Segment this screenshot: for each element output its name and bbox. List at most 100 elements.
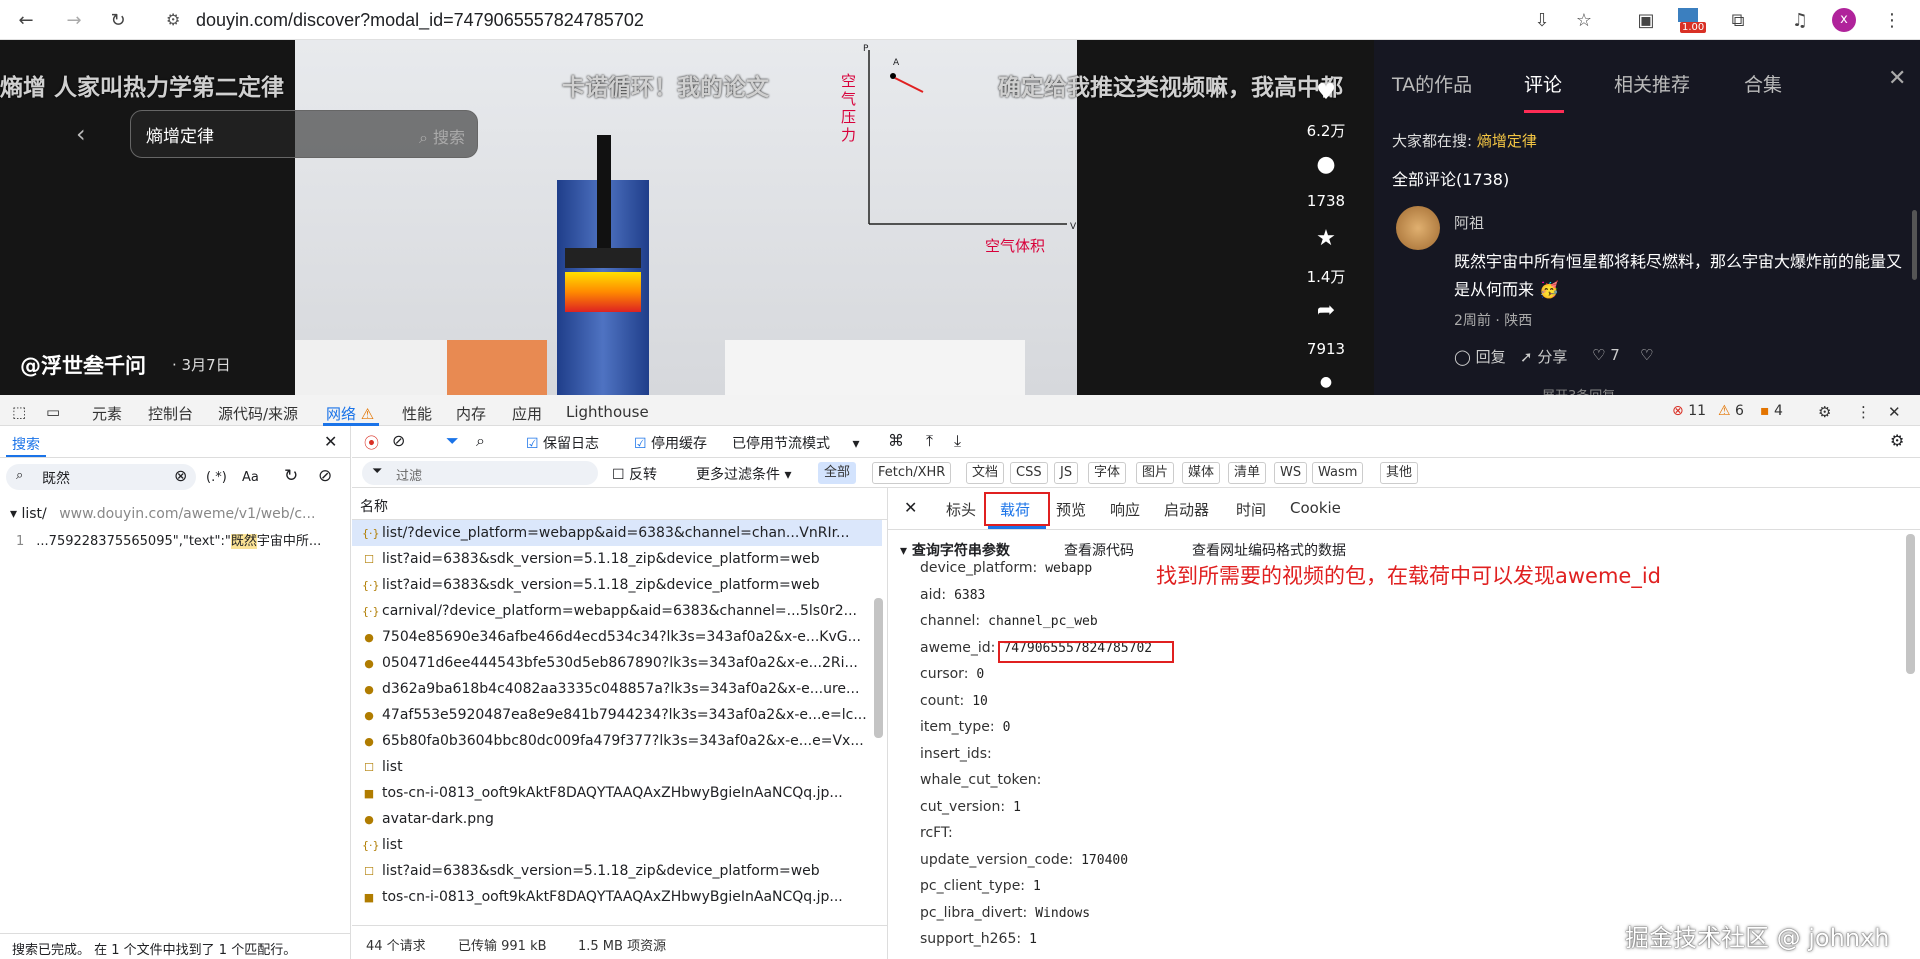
- tab-headers[interactable]: 标头: [946, 499, 976, 520]
- network-settings-icon[interactable]: ⚙: [1890, 431, 1904, 450]
- query-param[interactable]: count: 10: [920, 693, 988, 709]
- filter-input[interactable]: ⏷ 过滤: [362, 461, 598, 485]
- comment-icon[interactable]: ●: [1312, 152, 1340, 177]
- reply-button[interactable]: ◯ 回复: [1454, 346, 1506, 367]
- request-row[interactable]: {·} list/?device_platform=webapp&aid=6383…: [352, 520, 882, 546]
- extension-badge-icon[interactable]: 1.00: [1676, 6, 1707, 36]
- query-param[interactable]: pc_client_type: 1: [920, 878, 1041, 894]
- search-hint-link[interactable]: 熵增定律: [1477, 132, 1537, 150]
- query-param[interactable]: cut_version: 1: [920, 799, 1021, 815]
- error-count[interactable]: ⊗ 11: [1672, 403, 1706, 419]
- inspect-icon[interactable]: ⬚: [12, 403, 26, 421]
- preserve-log-checkbox[interactable]: ☑ 保留日志: [526, 433, 599, 453]
- disable-cache-checkbox[interactable]: ☑ 停用缓存: [634, 433, 707, 453]
- video-search-input[interactable]: 熵增定律 ⌕ 搜索: [130, 110, 478, 158]
- request-row[interactable]: ● d362a9ba618b4c4082aa3335c048857a?lk3s=3…: [352, 676, 882, 702]
- import-har-icon[interactable]: ⤒: [926, 431, 933, 451]
- more-filters-dropdown[interactable]: 更多过滤条件 ▾: [696, 464, 791, 484]
- filter-media[interactable]: 媒体: [1182, 462, 1221, 484]
- filter-ws[interactable]: WS: [1274, 462, 1308, 484]
- install-app-icon[interactable]: ⇩: [1530, 8, 1554, 32]
- invert-checkbox[interactable]: ☐ 反转: [612, 464, 657, 484]
- filter-css[interactable]: CSS: [1010, 462, 1048, 484]
- record-icon[interactable]: ⦿: [364, 432, 379, 453]
- request-row[interactable]: ● 65b80fa0b3604bbc80dc009fa479f377?lk3s=3…: [352, 728, 882, 754]
- devtools-close-icon[interactable]: ✕: [1888, 403, 1901, 421]
- comments-scrollbar[interactable]: [1912, 210, 1917, 280]
- detail-close-icon[interactable]: ✕: [904, 498, 917, 517]
- tab-collection[interactable]: 合集: [1744, 70, 1782, 97]
- tab-search[interactable]: 搜索: [12, 434, 40, 454]
- request-row[interactable]: ☐ list?aid=6383&sdk_version=5.1.18_zip&de…: [352, 858, 882, 884]
- network-conditions-icon[interactable]: ⌘: [888, 431, 904, 450]
- query-param[interactable]: item_type: 0: [920, 719, 1010, 735]
- filter-icon[interactable]: ⏷: [446, 431, 459, 451]
- warning-count[interactable]: ⚠ 6: [1718, 403, 1744, 419]
- tab-works[interactable]: TA的作品: [1392, 70, 1472, 97]
- request-row[interactable]: ● avatar-dark.png: [352, 806, 882, 832]
- dislike-icon[interactable]: ♡: [1640, 346, 1653, 364]
- reload-icon[interactable]: ↻: [106, 8, 130, 32]
- tab-initiator[interactable]: 启动器: [1164, 499, 1209, 520]
- site-info-icon[interactable]: ⚙: [166, 10, 180, 29]
- tab-cookies[interactable]: Cookie: [1290, 499, 1341, 517]
- request-row[interactable]: {·} list?aid=6383&sdk_version=5.1.18_zip&…: [352, 572, 882, 598]
- filter-fetch-xhr[interactable]: Fetch/XHR: [872, 462, 952, 484]
- back-chevron-icon[interactable]: ‹: [76, 120, 86, 148]
- tab-preview[interactable]: 预览: [1056, 499, 1086, 520]
- bookmark-star-icon[interactable]: ☆: [1572, 8, 1596, 32]
- tab-console[interactable]: 控制台: [148, 403, 193, 424]
- filter-all[interactable]: 全部: [818, 462, 857, 484]
- video-author[interactable]: @浮世叁千问: [20, 350, 146, 380]
- request-row[interactable]: {·} list: [352, 832, 882, 858]
- clear-search-icon[interactable]: ⊗: [174, 466, 187, 485]
- request-row[interactable]: ☐ list?aid=6383&sdk_version=5.1.18_zip&de…: [352, 546, 882, 572]
- like-icon[interactable]: ♥: [1312, 80, 1340, 105]
- more-icon[interactable]: ●: [1312, 374, 1340, 395]
- match-case-toggle[interactable]: Aa: [242, 470, 259, 485]
- export-har-icon[interactable]: ⤓: [954, 431, 961, 451]
- tab-elements[interactable]: 元素: [92, 403, 122, 424]
- filter-font[interactable]: 字体: [1088, 462, 1127, 484]
- tab-response[interactable]: 响应: [1110, 499, 1140, 520]
- tab-payload[interactable]: 载荷: [1000, 499, 1030, 520]
- back-icon[interactable]: ←: [14, 8, 38, 32]
- tab-comments[interactable]: 评论: [1524, 70, 1562, 97]
- media-icon[interactable]: ♫: [1788, 8, 1812, 32]
- view-url-encoded-link[interactable]: 查看网址编码格式的数据: [1192, 540, 1346, 560]
- filter-wasm[interactable]: Wasm: [1312, 462, 1364, 484]
- tab-network[interactable]: 网络 ⚠: [326, 403, 374, 424]
- filter-doc[interactable]: 文档: [966, 462, 1005, 484]
- clear-icon[interactable]: ⊘: [392, 431, 405, 450]
- query-param[interactable]: insert_ids:: [920, 746, 1000, 762]
- filter-img[interactable]: 图片: [1136, 462, 1175, 484]
- tab-memory[interactable]: 内存: [456, 403, 486, 424]
- query-string-section[interactable]: ▾ 查询字符串参数: [900, 540, 1010, 560]
- menu-icon[interactable]: ⋮: [1880, 8, 1904, 32]
- query-param[interactable]: aid: 6383: [920, 587, 985, 603]
- share-icon[interactable]: ➦: [1312, 298, 1340, 323]
- profile-avatar[interactable]: x: [1832, 8, 1856, 32]
- query-param[interactable]: pc_libra_divert: Windows: [920, 905, 1090, 921]
- comment-user[interactable]: 阿祖: [1454, 212, 1484, 233]
- request-row[interactable]: ● 050471d6ee444543bfe530d5eb867890?lk3s=3…: [352, 650, 882, 676]
- tab-timing[interactable]: 时间: [1236, 499, 1266, 520]
- like-comment-button[interactable]: ♡ 7: [1592, 346, 1620, 364]
- query-param[interactable]: support_h265: 1: [920, 931, 1037, 947]
- extension-icon[interactable]: ▣: [1634, 8, 1658, 32]
- request-row[interactable]: ■ tos-cn-i-0813_ooft9kAktF8DAQYTAAQAxZHbw…: [352, 780, 882, 806]
- query-param[interactable]: whale_cut_token:: [920, 772, 1049, 788]
- puzzle-icon[interactable]: ⧉: [1726, 8, 1750, 32]
- search-panel-close-icon[interactable]: ✕: [324, 432, 337, 451]
- video-search-button[interactable]: ⌕ 搜索: [419, 124, 465, 148]
- avatar[interactable]: [1396, 206, 1440, 250]
- view-source-link[interactable]: 查看源代码: [1064, 540, 1134, 560]
- tab-lighthouse[interactable]: Lighthouse: [566, 403, 649, 421]
- filter-js[interactable]: JS: [1054, 462, 1079, 484]
- search-result-line[interactable]: 1 ...759228375565095","text":"既然宇宙中所...: [16, 530, 321, 549]
- request-row[interactable]: ● 7504e85690e346afbe466d4ecd534c34?lk3s=3…: [352, 624, 882, 650]
- search-result-file[interactable]: ▾ list/ www.douyin.com/aweme/v1/web/c...: [10, 506, 315, 522]
- tab-sources[interactable]: 源代码/来源: [218, 403, 298, 424]
- tab-application[interactable]: 应用: [512, 403, 542, 424]
- refresh-search-icon[interactable]: ↻: [284, 466, 298, 486]
